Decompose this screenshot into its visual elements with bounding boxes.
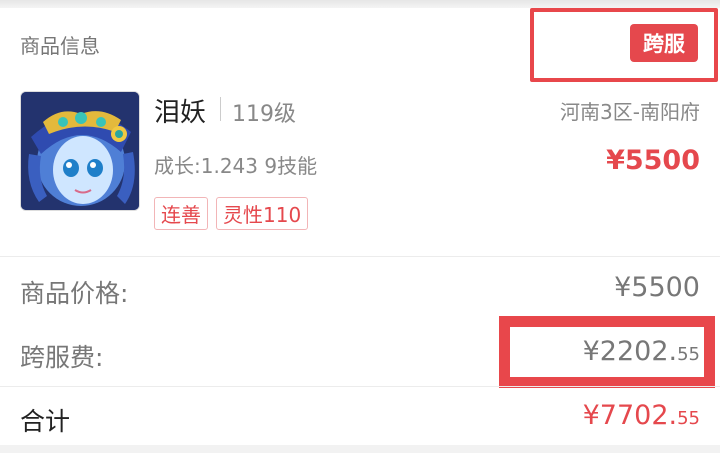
cross-fee-main: ¥2202.	[582, 336, 678, 367]
cross-fee-cents: 55	[677, 344, 700, 365]
badge-item: 灵性110	[216, 197, 309, 230]
cross-fee-label: 跨服费:	[20, 343, 104, 372]
divider	[0, 256, 720, 257]
total-cents: 55	[677, 408, 700, 429]
pet-avatar-art	[21, 92, 139, 210]
pet-badges: 连善 灵性110	[154, 197, 309, 230]
total-main: ¥7702.	[582, 400, 678, 431]
cross-server-tag: 跨服	[630, 24, 698, 62]
top-shadow	[0, 0, 720, 8]
pet-avatar-icon[interactable]	[20, 91, 140, 211]
total-value: ¥7702.55	[583, 400, 700, 431]
goods-price-value: ¥5500	[614, 272, 700, 303]
server-name: 河南3区-南阳府	[560, 100, 700, 124]
badge-item: 连善	[154, 197, 208, 230]
pet-growth: 成长:1.243 9技能	[154, 154, 318, 178]
pet-name: 泪妖	[154, 98, 207, 128]
divider	[0, 386, 720, 387]
section-title: 商品信息	[20, 34, 100, 58]
total-label: 合计	[20, 407, 71, 436]
name-separator	[220, 97, 221, 121]
cross-fee-value: ¥2202.55	[583, 336, 700, 367]
pet-level: 119级	[232, 102, 296, 127]
item-price: ¥5500	[606, 145, 700, 176]
goods-price-label: 商品价格:	[20, 279, 129, 308]
